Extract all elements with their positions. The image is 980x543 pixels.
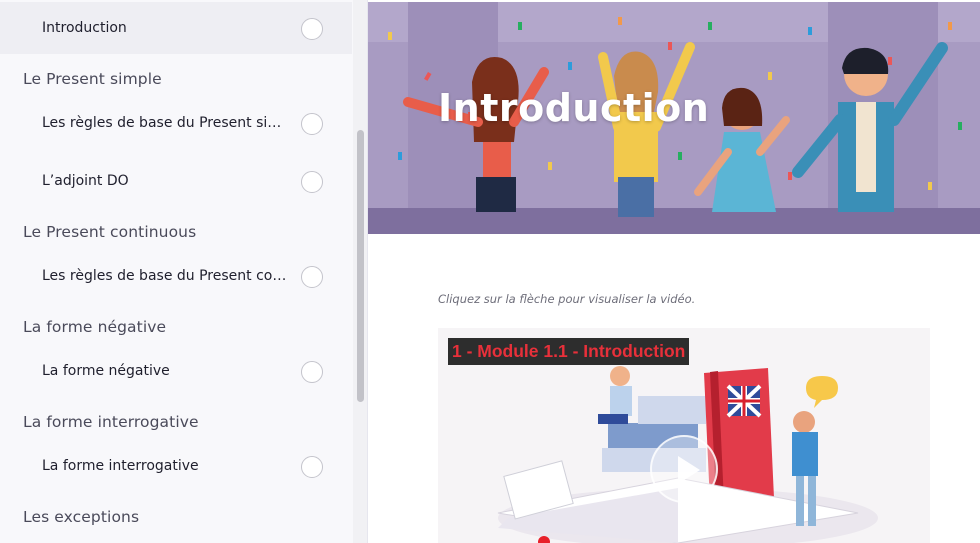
lesson-label: La forme négative: [42, 363, 170, 379]
red-dot-icon: [538, 536, 550, 543]
lesson-label: Les règles de base du Present sim...: [42, 115, 292, 131]
lesson-label: La forme interrogative: [42, 458, 199, 474]
completion-circle-icon: [301, 456, 323, 478]
lesson-label: Les règles de base du Present con...: [42, 268, 292, 284]
video-title: 1 - Module 1.1 - Introduction: [448, 338, 690, 365]
lesson-item[interactable]: Les règles de base du Present sim...: [0, 98, 352, 150]
completion-circle-icon: [301, 18, 323, 40]
completion-circle-icon: [301, 113, 323, 135]
lesson-item[interactable]: L’adjoint DO: [0, 156, 352, 208]
lesson-item[interactable]: Les règles de base du Present con...: [0, 251, 352, 303]
completion-circle-icon: [301, 361, 323, 383]
course-sidebar: Introduction Le Present simple Les règle…: [0, 0, 368, 543]
completion-circle-icon: [301, 171, 323, 193]
play-icon[interactable]: [650, 435, 718, 503]
completion-circle-icon: [301, 266, 323, 288]
lesson-label: Introduction: [42, 20, 127, 36]
section-title: Le Present continuous: [23, 223, 197, 241]
lesson-banner: Introduction: [368, 2, 980, 234]
lesson-label: L’adjoint DO: [42, 173, 129, 189]
section-title: Le Present simple: [23, 70, 162, 88]
section-title: La forme négative: [23, 318, 167, 336]
video-player[interactable]: 1 - Module 1.1 - Introduction: [438, 328, 930, 543]
section-title: La forme interrogative: [23, 413, 199, 431]
lesson-item-introduction[interactable]: Introduction: [0, 2, 352, 54]
lesson-content: Introduction Cliquez sur la flèche pour …: [368, 0, 980, 543]
sidebar-list: Introduction Le Present simple Les règle…: [0, 0, 352, 543]
section-title: Les exceptions: [23, 508, 140, 526]
lesson-item[interactable]: La forme négative: [0, 346, 352, 398]
lesson-item[interactable]: La forme interrogative: [0, 441, 352, 493]
banner-title: Introduction: [438, 86, 710, 130]
sidebar-scrollbar-thumb[interactable]: [357, 130, 364, 402]
video-instruction: Cliquez sur la flèche pour visualiser la…: [438, 292, 696, 306]
